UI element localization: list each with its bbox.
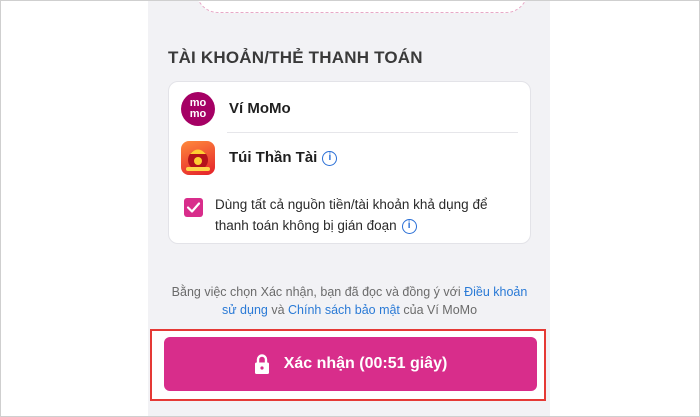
image-frame	[0, 0, 700, 417]
